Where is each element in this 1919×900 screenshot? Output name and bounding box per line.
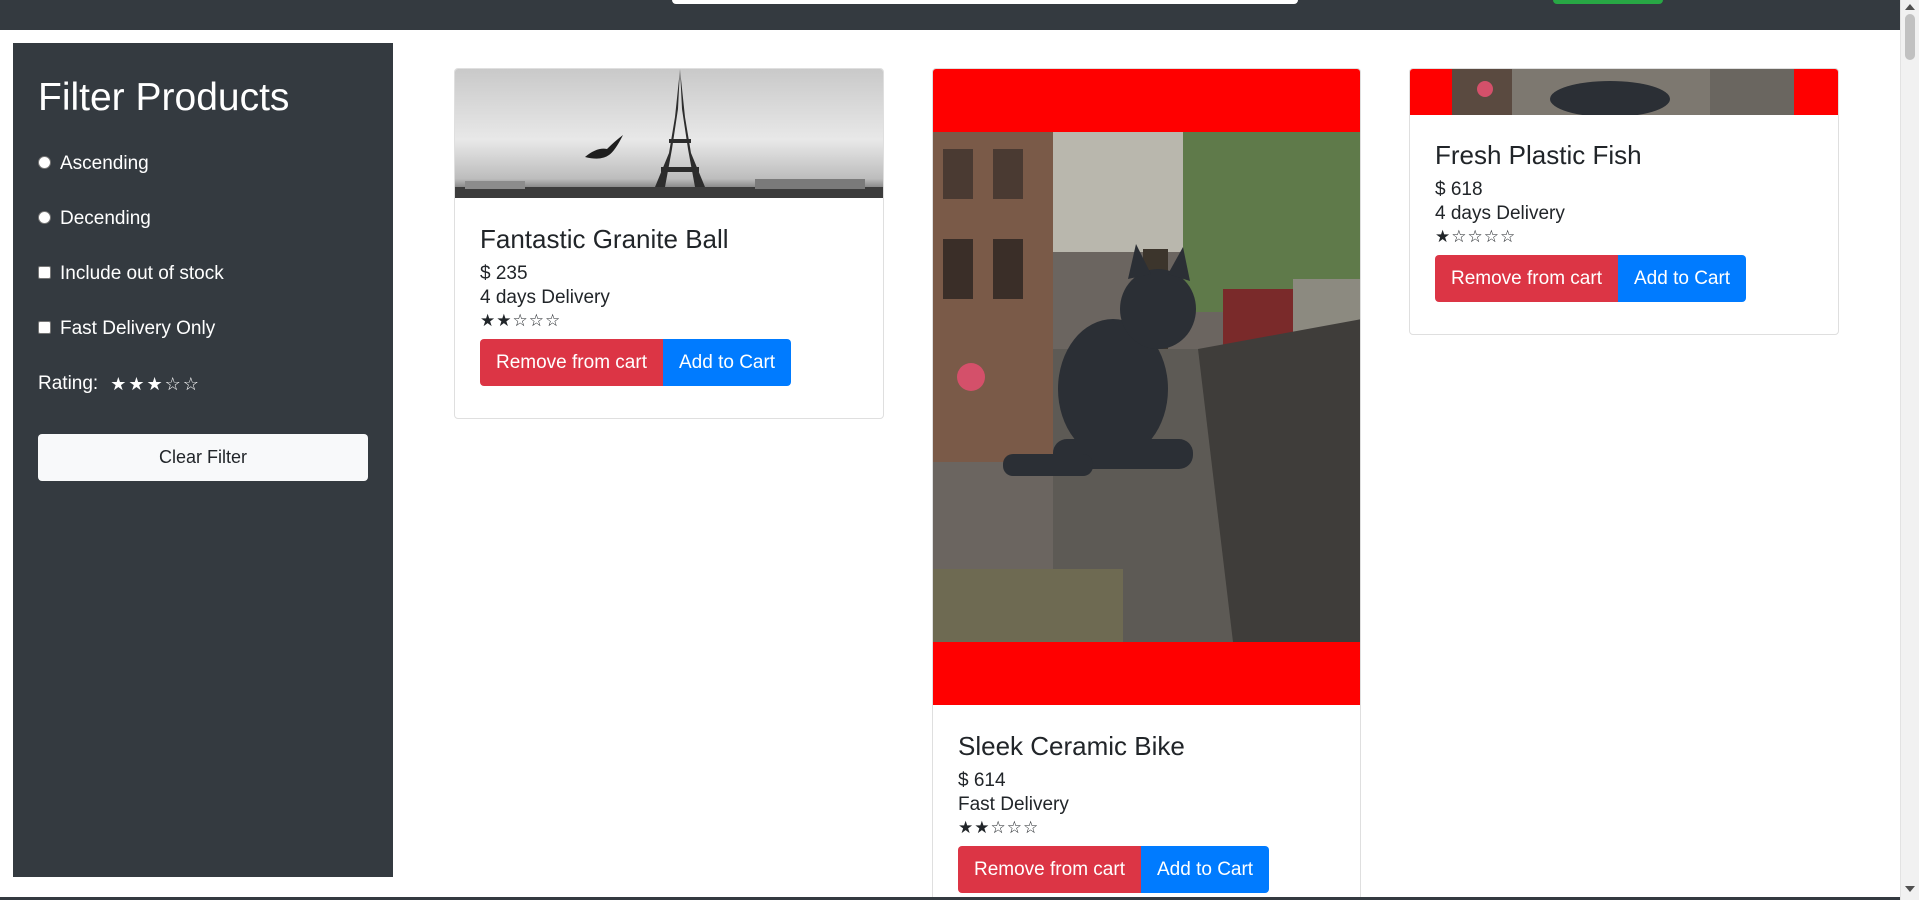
page-scrollbar[interactable] — [1900, 0, 1919, 900]
product-image — [455, 69, 883, 198]
clear-filter-button[interactable]: Clear Filter — [38, 434, 368, 481]
fast-delivery-option[interactable]: Fast Delivery Only — [38, 318, 215, 340]
scroll-thumb[interactable] — [1905, 14, 1915, 60]
scroll-up-arrow-icon[interactable] — [1905, 4, 1915, 10]
product-actions: Remove from cart Add to Cart — [1435, 255, 1747, 302]
rating-filter: Rating: ★ ★ ★ ☆ ☆ — [38, 373, 201, 395]
rating-star-icon[interactable]: ★ — [146, 374, 162, 395]
product-image — [1410, 69, 1838, 115]
rating-star-icon[interactable]: ★ — [128, 374, 144, 395]
sort-ascending-label: Ascending — [60, 153, 149, 174]
add-to-cart-button[interactable]: Add to Cart — [662, 339, 792, 386]
product-body: Sleek Ceramic Bike $ 614 Fast Delivery ★… — [958, 731, 1270, 893]
product-body: Fantastic Granite Ball $ 235 4 days Deli… — [480, 224, 792, 386]
sort-ascending-option[interactable]: Ascending — [38, 153, 149, 175]
product-price: $ 618 — [1435, 179, 1483, 200]
fast-delivery-label: Fast Delivery Only — [60, 318, 216, 339]
product-card: Sleek Ceramic Bike $ 614 Fast Delivery ★… — [932, 68, 1361, 900]
rating-star-icon[interactable]: ★ — [110, 374, 126, 395]
product-rating: ★★☆☆☆ — [958, 818, 1040, 837]
product-name: Sleek Ceramic Bike — [958, 731, 1185, 761]
product-price: $ 235 — [480, 263, 528, 284]
product-price: $ 614 — [958, 770, 1006, 791]
product-delivery: Fast Delivery — [958, 794, 1069, 815]
remove-from-cart-button[interactable]: Remove from cart — [480, 339, 663, 386]
product-delivery: 4 days Delivery — [1435, 203, 1565, 224]
product-name: Fresh Plastic Fish — [1435, 140, 1642, 170]
search-input[interactable] — [672, 0, 1298, 4]
add-to-cart-button[interactable]: Add to Cart — [1617, 255, 1747, 302]
add-to-cart-button[interactable]: Add to Cart — [1140, 846, 1270, 893]
product-image — [933, 69, 1360, 705]
product-rating: ★★☆☆☆ — [480, 311, 562, 330]
rating-star-icon[interactable]: ☆ — [183, 374, 199, 395]
remove-from-cart-button[interactable]: Remove from cart — [958, 846, 1141, 893]
rating-star-icon[interactable]: ☆ — [165, 374, 181, 395]
include-out-of-stock-label: Include out of stock — [60, 263, 224, 284]
sort-ascending-radio[interactable] — [38, 155, 51, 169]
cart-button[interactable] — [1553, 0, 1663, 4]
rating-stars: ★ ★ ★ ☆ ☆ — [110, 374, 201, 395]
product-name: Fantastic Granite Ball — [480, 224, 729, 254]
sort-descending-label: Decending — [60, 208, 151, 229]
rating-label: Rating: — [38, 373, 99, 394]
include-out-of-stock-checkbox[interactable] — [38, 265, 51, 279]
eiffel-tower-photo — [455, 69, 883, 198]
product-delivery: 4 days Delivery — [480, 287, 610, 308]
product-card: Fresh Plastic Fish $ 618 4 days Delivery… — [1409, 68, 1839, 335]
top-navbar — [0, 0, 1900, 30]
filter-sidebar: Filter Products Ascending Decending Incl… — [13, 43, 393, 877]
cat-statue-photo — [1452, 69, 1794, 115]
product-actions: Remove from cart Add to Cart — [480, 339, 792, 386]
cat-statue-photo — [933, 132, 1360, 642]
include-out-of-stock-option[interactable]: Include out of stock — [38, 263, 224, 285]
remove-from-cart-button[interactable]: Remove from cart — [1435, 255, 1618, 302]
product-actions: Remove from cart Add to Cart — [958, 846, 1270, 893]
scroll-down-arrow-icon[interactable] — [1905, 886, 1915, 892]
product-body: Fresh Plastic Fish $ 618 4 days Delivery… — [1435, 140, 1747, 302]
fast-delivery-checkbox[interactable] — [38, 320, 51, 334]
filter-title: Filter Products — [38, 76, 290, 119]
product-card: Fantastic Granite Ball $ 235 4 days Deli… — [454, 68, 884, 419]
sort-descending-option[interactable]: Decending — [38, 208, 151, 230]
sort-descending-radio[interactable] — [38, 210, 51, 224]
product-rating: ★☆☆☆☆ — [1435, 227, 1517, 246]
